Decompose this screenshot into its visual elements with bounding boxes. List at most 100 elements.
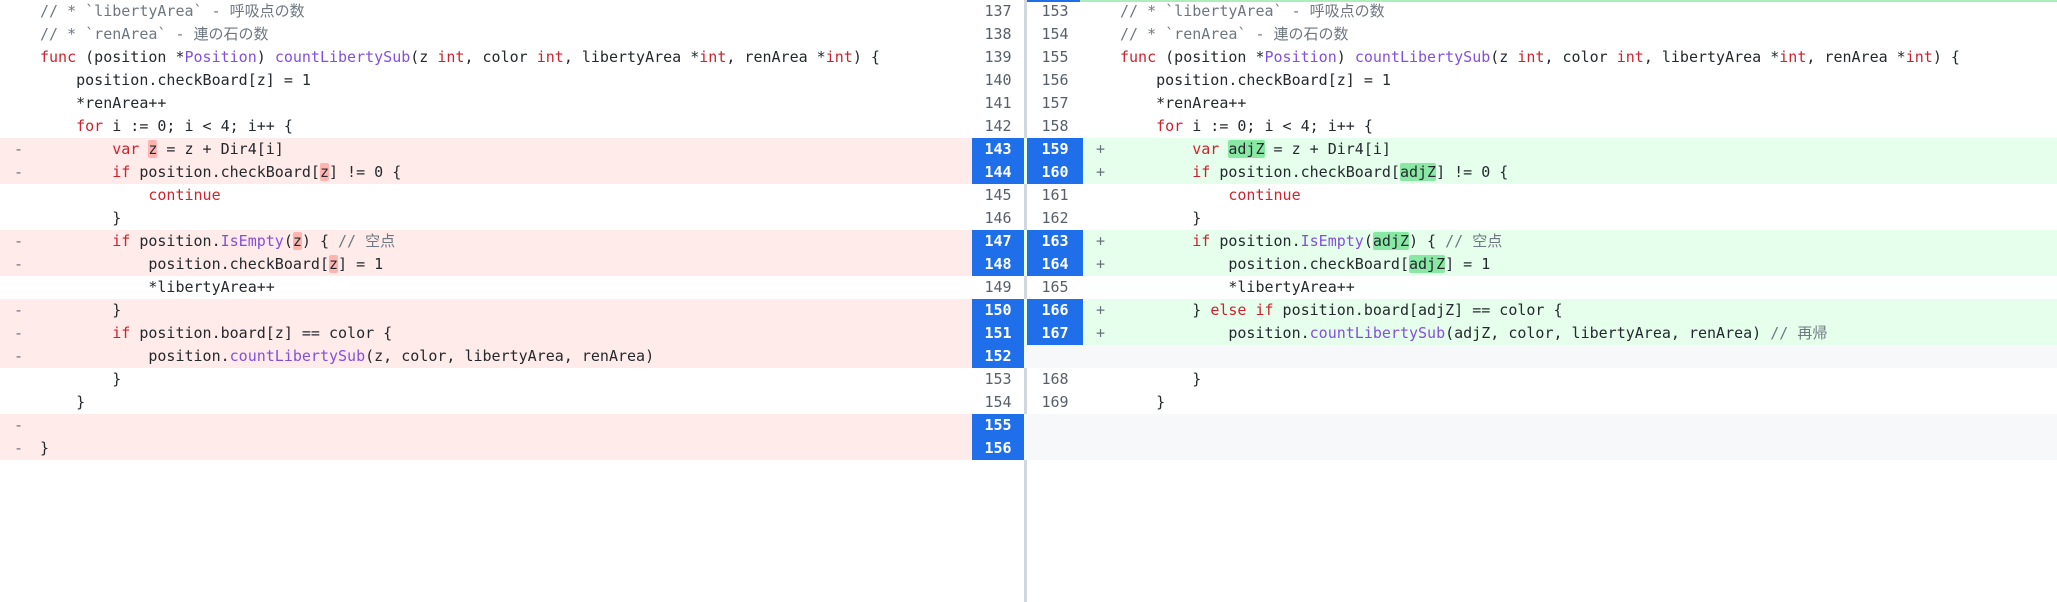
code-token: position.checkBoard[ [1210, 163, 1400, 181]
code-token: int [1905, 48, 1933, 66]
line-number[interactable]: 162 [1027, 207, 1083, 230]
diff-sign: + [1096, 140, 1106, 158]
context-line: 137 // * `libertyArea` - 呼吸点の数 [0, 0, 1024, 23]
code-token: position.checkBoard[ [148, 255, 329, 273]
line-number[interactable]: 165 [1027, 276, 1083, 299]
code-line: position.checkBoard[z] = 1 [40, 69, 311, 92]
code-line: *libertyArea++ [1120, 276, 1354, 299]
line-number[interactable]: 144 [972, 161, 1024, 184]
code-line: func (position *Position) countLibertySu… [40, 46, 880, 69]
code-token: if [112, 324, 131, 342]
line-number[interactable]: 145 [972, 184, 1024, 207]
code-token: } [112, 370, 122, 388]
line-number[interactable]: 148 [972, 253, 1024, 276]
line-number[interactable]: 154 [972, 391, 1024, 414]
line-number[interactable]: 160 [1027, 161, 1083, 184]
diff-sign: - [14, 347, 24, 365]
line-number[interactable]: 141 [972, 92, 1024, 115]
line-number[interactable]: 167 [1027, 322, 1083, 345]
line-number[interactable] [1027, 437, 1083, 460]
line-number[interactable]: 159 [1027, 138, 1083, 161]
line-number[interactable]: 146 [972, 207, 1024, 230]
code-token: *renArea++ [76, 94, 167, 112]
code-token: IsEmpty [1300, 232, 1364, 250]
code-line: } [40, 368, 121, 391]
context-line: 165 *libertyArea++ [1024, 276, 2057, 299]
added-line: +163 if position.IsEmpty(adjZ) { // 空点 [1024, 230, 2057, 253]
line-number[interactable]: 149 [972, 276, 1024, 299]
code-token: if [1192, 163, 1211, 181]
code-line: position.countLibertySub(adjZ, color, li… [1120, 322, 1827, 345]
deleted-line: - 152 position.countLibertySub(z, color, … [0, 345, 1024, 368]
code-token: int [699, 48, 727, 66]
code-line: } [40, 299, 121, 322]
diff-sign: - [14, 301, 24, 319]
code-token: } [1192, 370, 1202, 388]
line-number[interactable]: 163 [1027, 230, 1083, 253]
code-line: if position.IsEmpty(adjZ) { // 空点 [1120, 230, 1502, 253]
line-number[interactable]: 166 [1027, 299, 1083, 322]
diff-sign: - [14, 163, 24, 181]
code-token: position.checkBoard[z] = 1 [76, 71, 311, 89]
line-number[interactable]: 140 [972, 69, 1024, 92]
line-number[interactable] [1027, 414, 1083, 437]
code-token: , color [1544, 48, 1617, 66]
code-line: *renArea++ [1120, 92, 1246, 115]
code-token: func [1120, 48, 1157, 66]
line-number[interactable]: 155 [1027, 46, 1083, 69]
code-token: position.checkBoard[ [1228, 255, 1409, 273]
code-line: var z = z + Dir4[i] [40, 138, 284, 161]
code-token: } [1192, 301, 1211, 319]
line-number[interactable]: 139 [972, 46, 1024, 69]
line-number[interactable]: 157 [1027, 92, 1083, 115]
code-token: ) [256, 48, 275, 66]
code-token: Position [1264, 48, 1337, 66]
line-number[interactable]: 143 [972, 138, 1024, 161]
added-line: +164 position.checkBoard[adjZ] = 1 [1024, 253, 2057, 276]
line-number[interactable]: 142 [972, 115, 1024, 138]
added-line: +167 position.countLibertySub(adjZ, colo… [1024, 322, 2057, 345]
line-number[interactable]: 155 [972, 414, 1024, 437]
changed-token: adjZ [1228, 140, 1265, 158]
deleted-line: - 156} [0, 437, 1024, 460]
code-line: // * `libertyArea` - 呼吸点の数 [40, 0, 305, 23]
line-number[interactable]: 161 [1027, 184, 1083, 207]
line-number[interactable]: 164 [1027, 253, 1083, 276]
line-number[interactable]: 156 [972, 437, 1024, 460]
changed-token: adjZ [1372, 232, 1409, 250]
line-number[interactable]: 152 [972, 345, 1024, 368]
context-line: 162 } [1024, 207, 2057, 230]
line-number[interactable]: 150 [972, 299, 1024, 322]
code-token: if [1192, 232, 1211, 250]
line-number[interactable]: 154 [1027, 23, 1083, 46]
diff-sign: - [14, 232, 24, 250]
line-number[interactable]: 153 [972, 368, 1024, 391]
code-token: if [112, 163, 131, 181]
line-number[interactable]: 168 [1027, 368, 1083, 391]
context-line: 156 position.checkBoard[z] = 1 [1024, 69, 2057, 92]
context-line: 139 func (position *Position) countLibert… [0, 46, 1024, 69]
diff-sign: + [1096, 255, 1106, 273]
code-token: Position [184, 48, 257, 66]
code-token: position.checkBoard[z] = 1 [1156, 71, 1391, 89]
code-line: // * `libertyArea` - 呼吸点の数 [1120, 0, 1385, 23]
line-number[interactable]: 169 [1027, 391, 1083, 414]
line-number[interactable]: 138 [972, 23, 1024, 46]
code-token: position.board[z] == color { [130, 324, 393, 342]
code-token: ) [1336, 48, 1355, 66]
code-token: position. [1228, 324, 1310, 342]
context-line: 155 func (position *Position) countLibert… [1024, 46, 2057, 69]
line-number[interactable]: 137 [972, 0, 1024, 23]
code-line: // * `renArea` - 連の石の数 [1120, 23, 1349, 46]
code-token: (z [410, 48, 438, 66]
line-number[interactable]: 151 [972, 322, 1024, 345]
diff-sign: + [1096, 232, 1106, 250]
line-number[interactable]: 156 [1027, 69, 1083, 92]
code-token: // * `renArea` - 連の石の数 [1120, 25, 1349, 43]
diff-sign: - [14, 324, 24, 342]
line-number[interactable]: 147 [972, 230, 1024, 253]
line-number[interactable]: 153 [1027, 0, 1083, 23]
empty-line [1024, 414, 2057, 437]
line-number[interactable]: 158 [1027, 115, 1083, 138]
line-number[interactable] [1027, 345, 1083, 368]
